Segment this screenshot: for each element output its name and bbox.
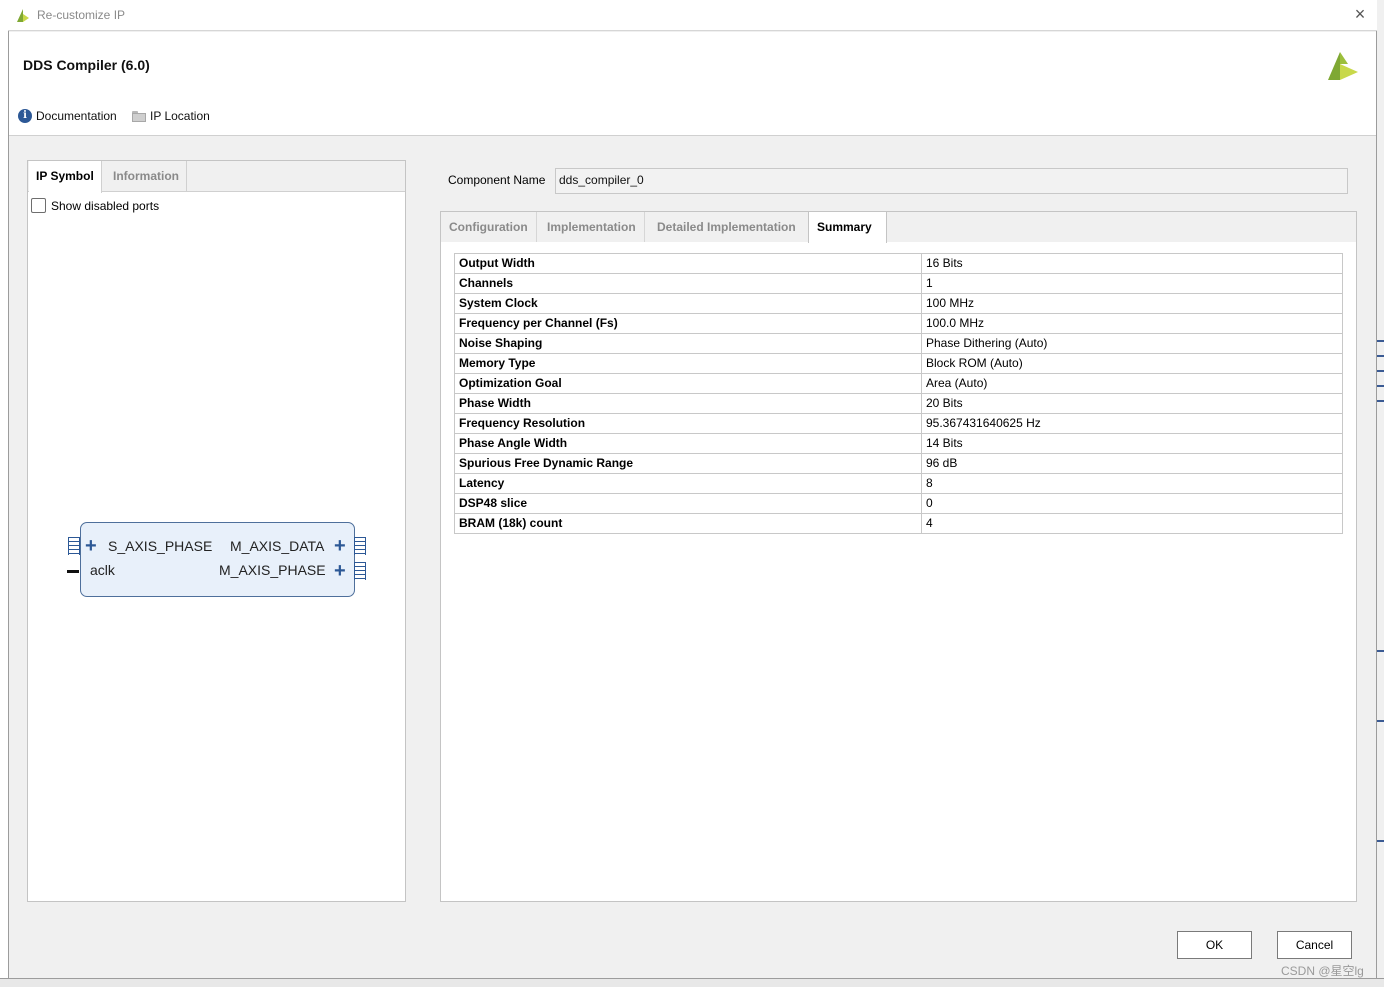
port-aclk: aclk bbox=[90, 562, 115, 578]
table-row: Output Width 16 Bits bbox=[454, 253, 1343, 274]
background-bottom-bar bbox=[0, 978, 1384, 987]
ip-symbol-block bbox=[80, 522, 355, 597]
component-name-label: Component Name bbox=[448, 173, 546, 187]
summary-key: Phase Width bbox=[454, 393, 922, 414]
summary-value: Block ROM (Auto) bbox=[921, 353, 1343, 374]
summary-key: BRAM (18k) count bbox=[454, 513, 922, 534]
background-mark bbox=[1377, 840, 1384, 842]
aclk-pin-icon bbox=[67, 570, 79, 573]
table-row: Latency 8 bbox=[454, 473, 1343, 494]
summary-key: Frequency per Channel (Fs) bbox=[454, 313, 922, 334]
table-row: Phase Width 20 Bits bbox=[454, 393, 1343, 414]
summary-key: Channels bbox=[454, 273, 922, 294]
table-row: Channels 1 bbox=[454, 273, 1343, 294]
background-mark bbox=[1377, 400, 1384, 402]
table-row: Frequency per Channel (Fs) 100.0 MHz bbox=[454, 313, 1343, 334]
tab-information[interactable]: Information bbox=[106, 161, 187, 192]
tab-implementation[interactable]: Implementation bbox=[539, 212, 645, 242]
m-axis-data-bus-icon[interactable] bbox=[354, 537, 366, 555]
xilinx-logo-icon bbox=[1326, 50, 1360, 82]
show-disabled-ports-label: Show disabled ports bbox=[51, 198, 160, 213]
background-strip bbox=[1376, 0, 1384, 987]
summary-key: System Clock bbox=[454, 293, 922, 314]
window-title: Re-customize IP bbox=[37, 8, 126, 22]
summary-key: Phase Angle Width bbox=[454, 433, 922, 454]
documentation-link[interactable]: i Documentation bbox=[18, 109, 117, 123]
ip-title: DDS Compiler (6.0) bbox=[23, 57, 150, 73]
show-disabled-ports-checkbox[interactable] bbox=[31, 198, 46, 213]
tab-detailed-implementation[interactable]: Detailed Implementation bbox=[649, 212, 804, 242]
summary-value: 4 bbox=[921, 513, 1343, 534]
close-button[interactable]: × bbox=[1350, 4, 1370, 24]
summary-value: 96 dB bbox=[921, 453, 1343, 474]
background-mark bbox=[1377, 650, 1384, 652]
ok-button[interactable]: OK bbox=[1177, 931, 1252, 959]
tab-summary[interactable]: Summary bbox=[808, 212, 887, 243]
summary-key: Output Width bbox=[454, 253, 922, 274]
table-row: Spurious Free Dynamic Range 96 dB bbox=[454, 453, 1343, 474]
show-disabled-ports-row[interactable]: Show disabled ports bbox=[31, 198, 159, 213]
summary-key: DSP48 slice bbox=[454, 493, 922, 514]
title-bar bbox=[8, 0, 1377, 31]
summary-value: 1 bbox=[921, 273, 1343, 294]
table-row: Frequency Resolution 95.367431640625 Hz bbox=[454, 413, 1343, 434]
documentation-label: Documentation bbox=[36, 109, 117, 123]
summary-key: Spurious Free Dynamic Range bbox=[454, 453, 922, 474]
summary-key: Frequency Resolution bbox=[454, 413, 922, 434]
table-row: System Clock 100 MHz bbox=[454, 293, 1343, 314]
background-mark bbox=[1377, 340, 1384, 342]
expand-s-axis-phase-icon[interactable]: + bbox=[85, 536, 97, 556]
cancel-button[interactable]: Cancel bbox=[1277, 931, 1352, 959]
expand-m-axis-phase-icon[interactable]: + bbox=[334, 561, 346, 581]
summary-key: Memory Type bbox=[454, 353, 922, 374]
watermark: CSDN @星空lg bbox=[1281, 964, 1364, 978]
background-mark bbox=[1377, 720, 1384, 722]
port-s-axis-phase: S_AXIS_PHASE bbox=[108, 538, 213, 554]
ip-location-label: IP Location bbox=[150, 109, 210, 123]
summary-value: 100 MHz bbox=[921, 293, 1343, 314]
expand-m-axis-data-icon[interactable]: + bbox=[334, 536, 346, 556]
component-name-field[interactable]: dds_compiler_0 bbox=[555, 168, 1348, 194]
summary-value: 20 Bits bbox=[921, 393, 1343, 414]
summary-value: 8 bbox=[921, 473, 1343, 494]
table-row: DSP48 slice 0 bbox=[454, 493, 1343, 514]
table-row: Phase Angle Width 14 Bits bbox=[454, 433, 1343, 454]
table-row: BRAM (18k) count 4 bbox=[454, 513, 1343, 534]
summary-value: 16 Bits bbox=[921, 253, 1343, 274]
summary-key: Noise Shaping bbox=[454, 333, 922, 354]
s-axis-phase-bus-icon[interactable] bbox=[68, 537, 80, 555]
tab-configuration[interactable]: Configuration bbox=[441, 212, 537, 242]
table-row: Memory Type Block ROM (Auto) bbox=[454, 353, 1343, 374]
background-mark bbox=[1377, 385, 1384, 387]
table-row: Optimization Goal Area (Auto) bbox=[454, 373, 1343, 394]
background-mark bbox=[1377, 370, 1384, 372]
summary-value: 100.0 MHz bbox=[921, 313, 1343, 334]
summary-key: Optimization Goal bbox=[454, 373, 922, 394]
summary-value: 95.367431640625 Hz bbox=[921, 413, 1343, 434]
summary-value: 14 Bits bbox=[921, 433, 1343, 454]
summary-value: Phase Dithering (Auto) bbox=[921, 333, 1343, 354]
summary-value: Area (Auto) bbox=[921, 373, 1343, 394]
m-axis-phase-bus-icon[interactable] bbox=[354, 562, 366, 580]
folder-icon bbox=[132, 110, 146, 122]
summary-value: 0 bbox=[921, 493, 1343, 514]
info-icon: i bbox=[18, 109, 32, 123]
summary-key: Latency bbox=[454, 473, 922, 494]
port-m-axis-data: M_AXIS_DATA bbox=[230, 538, 325, 554]
tab-ip-symbol[interactable]: IP Symbol bbox=[29, 161, 102, 193]
summary-table: Output Width 16 Bits Channels 1 System Clock… bbox=[454, 253, 1343, 534]
header-area bbox=[9, 32, 1376, 136]
background-mark bbox=[1377, 355, 1384, 357]
vivado-logo-icon bbox=[15, 7, 31, 23]
table-row: Noise Shaping Phase Dithering (Auto) bbox=[454, 333, 1343, 354]
port-m-axis-phase: M_AXIS_PHASE bbox=[219, 562, 326, 578]
ip-location-link[interactable]: IP Location bbox=[132, 109, 210, 123]
